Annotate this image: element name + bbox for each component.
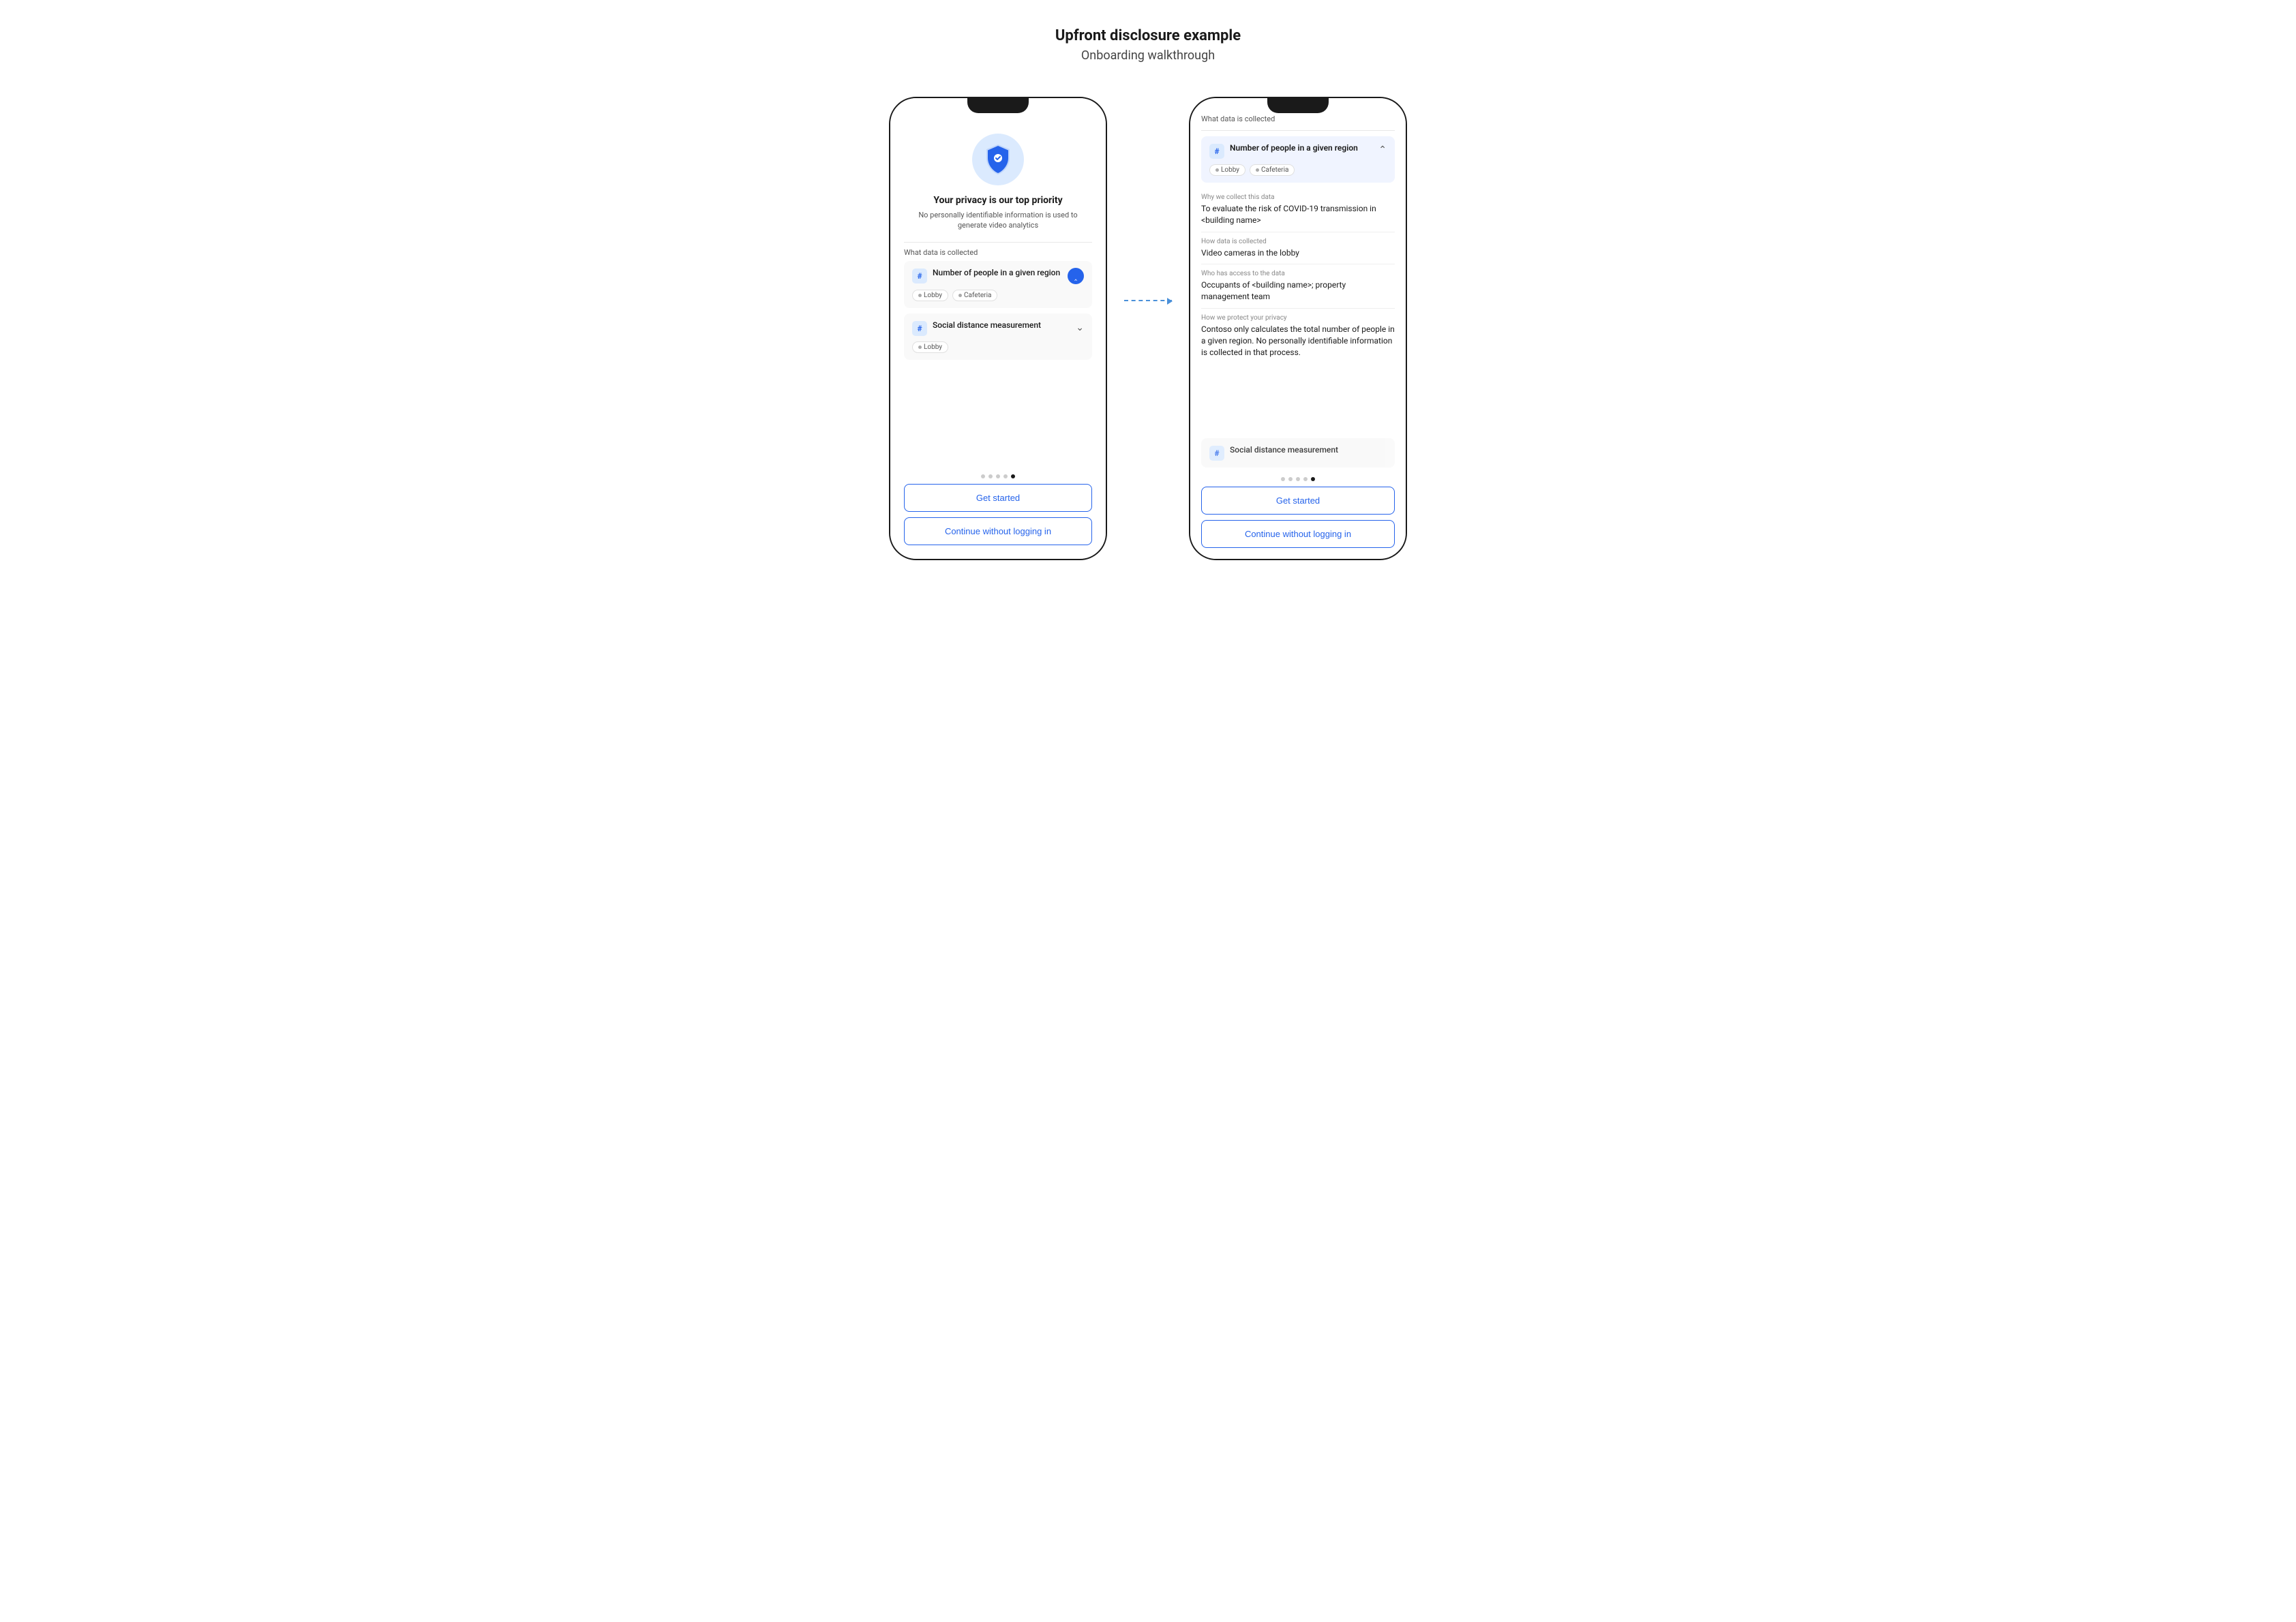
expanded-title: Number of people in a given region bbox=[1230, 143, 1358, 154]
detail-section-1: How data is collected Video cameras in t… bbox=[1201, 232, 1395, 265]
data-item-2-left: # Social distance measurement bbox=[912, 320, 1076, 336]
expanded-dot-1 bbox=[1215, 168, 1219, 172]
partial-card-header: # Social distance measurement bbox=[1209, 445, 1387, 461]
dot-2-4 bbox=[1303, 477, 1308, 481]
partial-card-title: Social distance measurement bbox=[1230, 445, 1338, 456]
chevron-up-icon-expanded[interactable]: ⌃ bbox=[1378, 144, 1387, 155]
hash-icon-partial: # bbox=[1209, 446, 1224, 461]
expanded-card-header: # Number of people in a given region ⌃ bbox=[1209, 143, 1387, 159]
phone2-get-started-button[interactable]: Get started bbox=[1201, 487, 1395, 515]
phone-1-inner: Your privacy is our top priority No pers… bbox=[890, 98, 1106, 559]
shield-container bbox=[972, 134, 1024, 185]
hash-icon-expanded: # bbox=[1209, 144, 1224, 159]
hash-icon-1: # bbox=[912, 269, 927, 284]
hash-icon-2: # bbox=[912, 321, 927, 336]
expanded-tag-lobby: Lobby bbox=[1209, 164, 1245, 176]
page-subtitle: Onboarding walkthrough bbox=[1055, 48, 1241, 63]
phone1-get-started-button[interactable]: Get started bbox=[904, 484, 1092, 512]
phone-2-notch bbox=[1267, 98, 1329, 113]
chevron-down-icon-2: ⌄ bbox=[1076, 322, 1084, 333]
shield-icon bbox=[984, 143, 1012, 176]
detail-section-value-2: Occupants of <building name>; property m… bbox=[1201, 279, 1395, 303]
location-tag-lobby-2: Lobby bbox=[912, 341, 948, 353]
location-tag-cafeteria-1: Cafeteria bbox=[952, 290, 997, 301]
dot-1-2 bbox=[988, 474, 993, 478]
phone2-dots bbox=[1201, 472, 1395, 487]
arrow-connector bbox=[1124, 300, 1172, 301]
detail-sections: Why we collect this data To evaluate the… bbox=[1201, 188, 1395, 438]
detail-section-label-1: How data is collected bbox=[1201, 238, 1395, 245]
dot-2-3 bbox=[1296, 477, 1300, 481]
partial-card: # Social distance measurement bbox=[1201, 438, 1395, 468]
phone-2: What data is collected # Number of peopl… bbox=[1189, 97, 1407, 560]
location-dot-3 bbox=[918, 346, 922, 349]
detail-section-value-0: To evaluate the risk of COVID-19 transmi… bbox=[1201, 203, 1395, 226]
expand-button-1[interactable]: ‸ bbox=[1068, 268, 1084, 284]
phone1-section-label: What data is collected bbox=[904, 242, 1092, 261]
phone1-dots bbox=[904, 469, 1092, 484]
expanded-tag-cafeteria: Cafeteria bbox=[1250, 164, 1295, 176]
privacy-title: Your privacy is our top priority bbox=[933, 195, 1062, 206]
phones-container: Your privacy is our top priority No pers… bbox=[848, 97, 1448, 560]
dot-1-4 bbox=[1003, 474, 1008, 478]
detail-section-label-3: How we protect your privacy bbox=[1201, 314, 1395, 322]
phone-2-inner: What data is collected # Number of peopl… bbox=[1190, 98, 1406, 559]
phone-2-screen: What data is collected # Number of peopl… bbox=[1190, 98, 1406, 559]
page-header: Upfront disclosure example Onboarding wa… bbox=[1055, 27, 1241, 63]
detail-section-value-1: Video cameras in the lobby bbox=[1201, 247, 1395, 259]
expanded-dot-2 bbox=[1256, 168, 1259, 172]
dot-1-5 bbox=[1011, 474, 1015, 478]
phone-1: Your privacy is our top priority No pers… bbox=[889, 97, 1107, 560]
phone2-continue-button[interactable]: Continue without logging in bbox=[1201, 520, 1395, 548]
privacy-subtitle: No personally identifiable information i… bbox=[911, 210, 1085, 231]
partial-card-left: # Social distance measurement bbox=[1209, 445, 1387, 461]
data-item-2-header: # Social distance measurement ⌄ bbox=[912, 320, 1084, 336]
phone1-continue-button[interactable]: Continue without logging in bbox=[904, 517, 1092, 545]
arrow-head bbox=[1167, 298, 1173, 305]
dot-2-5 bbox=[1311, 477, 1315, 481]
dot-2-1 bbox=[1281, 477, 1285, 481]
privacy-hero: Your privacy is our top priority No pers… bbox=[904, 120, 1092, 242]
expanded-location-tags: Lobby Cafeteria bbox=[1209, 164, 1387, 176]
detail-section-0: Why we collect this data To evaluate the… bbox=[1201, 188, 1395, 232]
detail-section-value-3: Contoso only calculates the total number… bbox=[1201, 324, 1395, 358]
page-title: Upfront disclosure example bbox=[1055, 27, 1241, 44]
location-dot-2 bbox=[958, 294, 962, 297]
location-tags-2: Lobby bbox=[912, 341, 1084, 353]
dot-2-2 bbox=[1288, 477, 1293, 481]
data-item-1-header: # Number of people in a given region ‸ bbox=[912, 268, 1084, 284]
detail-section-label-2: Who has access to the data bbox=[1201, 270, 1395, 277]
dot-1-1 bbox=[981, 474, 985, 478]
location-tag-lobby-1: Lobby bbox=[912, 290, 948, 301]
data-item-2-title: Social distance measurement bbox=[933, 320, 1041, 331]
detail-section-label-0: Why we collect this data bbox=[1201, 194, 1395, 201]
phone2-header-label: What data is collected bbox=[1201, 114, 1395, 131]
data-item-2: # Social distance measurement ⌄ Lobby bbox=[904, 313, 1092, 360]
phone-1-screen: Your privacy is our top priority No pers… bbox=[890, 98, 1106, 559]
data-item-1-title: Number of people in a given region bbox=[933, 268, 1060, 279]
dot-1-3 bbox=[996, 474, 1000, 478]
detail-section-3: How we protect your privacy Contoso only… bbox=[1201, 309, 1395, 363]
data-item-1-left: # Number of people in a given region bbox=[912, 268, 1068, 284]
location-dot-1 bbox=[918, 294, 922, 297]
data-item-1: # Number of people in a given region ‸ L… bbox=[904, 261, 1092, 308]
expanded-card: # Number of people in a given region ⌃ L… bbox=[1201, 136, 1395, 183]
detail-section-2: Who has access to the data Occupants of … bbox=[1201, 264, 1395, 309]
location-tags-1: Lobby Cafeteria bbox=[912, 290, 1084, 301]
phone-1-notch bbox=[967, 98, 1029, 113]
chevron-up-icon-1: ‸ bbox=[1074, 272, 1077, 280]
